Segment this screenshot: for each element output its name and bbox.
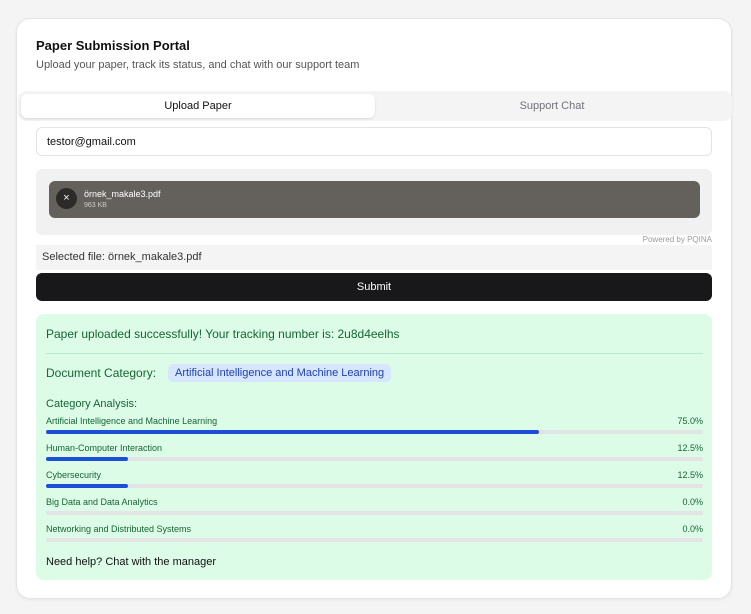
chat-with-manager-link[interactable]: Need help? Chat with the manager bbox=[46, 556, 216, 568]
page-subtitle: Upload your paper, track its status, and… bbox=[36, 59, 360, 71]
divider bbox=[46, 353, 703, 354]
category-bar-row: Human-Computer Interaction 12.5% bbox=[46, 443, 703, 467]
tab-bar: Upload Paper Support Chat bbox=[18, 91, 732, 121]
upload-result-panel: Paper uploaded successfully! Your tracki… bbox=[36, 314, 712, 580]
category-bar-row: Artificial Intelligence and Machine Lear… bbox=[46, 416, 703, 440]
category-bar-track bbox=[46, 484, 703, 488]
document-category-label: Document Category: bbox=[46, 366, 157, 380]
category-bar-name: Networking and Distributed Systems bbox=[46, 524, 192, 534]
category-badge: Artificial Intelligence and Machine Lear… bbox=[168, 364, 392, 382]
category-bar-fill bbox=[46, 457, 129, 461]
category-bar-track bbox=[46, 511, 703, 515]
tab-support-chat[interactable]: Support Chat bbox=[375, 94, 729, 118]
tab-upload-paper[interactable]: Upload Paper bbox=[21, 94, 375, 118]
submission-card: Paper Submission Portal Upload your pape… bbox=[16, 18, 732, 599]
powered-by-link[interactable]: Powered by PQINA bbox=[643, 235, 712, 244]
category-bar-percent: 75.0% bbox=[677, 416, 703, 426]
category-bar-name: Human-Computer Interaction bbox=[46, 443, 163, 453]
category-analysis-label: Category Analysis: bbox=[46, 398, 138, 410]
category-bar-percent: 12.5% bbox=[677, 443, 703, 453]
category-bar-name: Artificial Intelligence and Machine Lear… bbox=[46, 416, 218, 426]
category-bar-fill bbox=[46, 430, 539, 434]
category-bar-track bbox=[46, 538, 703, 542]
file-size: 963 KB bbox=[84, 202, 107, 209]
file-name: örnek_makale3.pdf bbox=[84, 189, 161, 199]
category-bar-fill bbox=[46, 484, 129, 488]
category-bar-name: Cybersecurity bbox=[46, 470, 102, 480]
file-dropzone[interactable]: × örnek_makale3.pdf 963 KB bbox=[36, 169, 712, 235]
submit-button[interactable]: Submit bbox=[36, 273, 712, 301]
page-title: Paper Submission Portal bbox=[36, 38, 190, 53]
category-bar-track bbox=[46, 430, 703, 434]
category-bar-row: Big Data and Data Analytics 0.0% bbox=[46, 497, 703, 521]
category-bar-percent: 0.0% bbox=[682, 497, 703, 507]
close-icon[interactable]: × bbox=[56, 188, 77, 209]
category-bar-percent: 12.5% bbox=[677, 470, 703, 480]
category-bar-track bbox=[46, 457, 703, 461]
success-message: Paper uploaded successfully! Your tracki… bbox=[46, 327, 400, 341]
email-input[interactable] bbox=[36, 127, 712, 156]
selected-file-text: Selected file: örnek_makale3.pdf bbox=[36, 245, 712, 270]
category-bar-row: Networking and Distributed Systems 0.0% bbox=[46, 524, 703, 548]
category-bar-percent: 0.0% bbox=[682, 524, 703, 534]
uploaded-file-item: × örnek_makale3.pdf 963 KB bbox=[49, 181, 700, 218]
category-bar-row: Cybersecurity 12.5% bbox=[46, 470, 703, 494]
category-bar-name: Big Data and Data Analytics bbox=[46, 497, 158, 507]
